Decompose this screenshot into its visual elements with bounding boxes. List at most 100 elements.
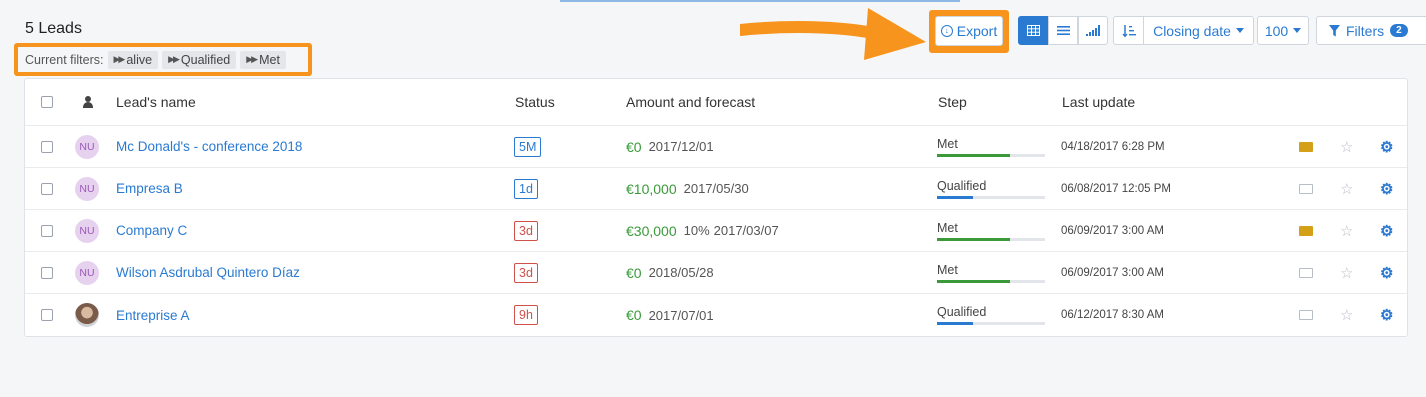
table-row[interactable]: Entreprise A 9h €0 2017/07/01 Qualified 06/12… <box>25 294 1407 336</box>
filter-chip-qualified[interactable]: ▶▶ Qualified <box>162 50 237 69</box>
page-title: 5 Leads <box>25 20 82 37</box>
forecast-date: 2017/07/01 <box>648 307 714 323</box>
lead-amount: €0 <box>626 307 642 323</box>
last-update: 06/09/2017 3:00 AM <box>1061 224 1164 237</box>
step-cell: Qualified <box>937 294 1045 336</box>
pipeline-view-button[interactable] <box>1078 16 1108 45</box>
list-icon <box>1056 26 1070 35</box>
avatar: NU <box>75 176 99 201</box>
lead-name-link[interactable]: Wilson Asdrubal Quintero Díaz <box>116 265 300 280</box>
star-icon[interactable]: ☆ <box>1340 222 1353 240</box>
step-label: Met <box>937 136 958 151</box>
gear-icon[interactable]: ⚙ <box>1380 264 1393 282</box>
column-header-last-update[interactable]: Last update <box>1062 79 1135 125</box>
lead-name-link[interactable]: Mc Donald's - conference 2018 <box>116 139 302 154</box>
view-switcher <box>1018 16 1108 45</box>
folder-open-icon[interactable] <box>1299 141 1313 152</box>
gear-icon[interactable]: ⚙ <box>1380 222 1393 240</box>
star-icon[interactable]: ☆ <box>1340 180 1353 198</box>
forecast-date: 2017/05/30 <box>683 181 749 196</box>
step-progress-bar <box>937 279 1045 283</box>
avatar: NU <box>75 260 99 285</box>
gear-icon[interactable]: ⚙ <box>1380 306 1393 324</box>
forecast-date: 2017/03/07 <box>713 223 779 238</box>
filters-button[interactable]: Filters 2 <box>1316 16 1426 45</box>
step-progress-bar <box>937 195 1045 199</box>
row-checkbox[interactable] <box>41 266 53 279</box>
avatar: NU <box>75 218 99 243</box>
current-filters-label: Current filters: <box>25 52 104 67</box>
star-icon[interactable]: ☆ <box>1340 138 1353 156</box>
step-label: Met <box>937 220 958 235</box>
column-header-amount[interactable]: Amount and forecast <box>626 79 755 125</box>
lead-amount: €30,000 <box>626 222 677 239</box>
select-all-checkbox[interactable] <box>41 96 53 108</box>
folder-icon[interactable] <box>1299 310 1313 320</box>
bars-ascending-icon <box>1086 25 1100 36</box>
table-view-button[interactable] <box>1018 16 1048 45</box>
lead-name-link[interactable]: Empresa B <box>116 181 183 196</box>
step-progress-fill <box>937 153 1011 157</box>
gear-icon[interactable]: ⚙ <box>1380 138 1393 156</box>
sort-direction-button[interactable] <box>1113 16 1144 45</box>
row-checkbox[interactable] <box>41 140 53 153</box>
folder-open-icon[interactable] <box>1299 225 1313 236</box>
star-icon[interactable]: ☆ <box>1340 306 1353 324</box>
list-view-button[interactable] <box>1048 16 1078 45</box>
forecast-percent: 10% <box>683 223 710 238</box>
row-checkbox[interactable] <box>41 224 53 237</box>
sort-numeric-icon <box>1121 24 1136 38</box>
status-badge: 1d <box>514 178 538 199</box>
step-cell: Met <box>937 252 1045 293</box>
column-header-step[interactable]: Step <box>938 79 967 125</box>
current-filters-highlight: Current filters: ▶▶ alive ▶▶ Qualified ▶▶ M… <box>14 43 312 76</box>
filters-count-badge: 2 <box>1390 24 1408 37</box>
step-label: Qualified <box>937 178 987 193</box>
step-progress-bar <box>937 322 1045 325</box>
last-update: 06/08/2017 12:05 PM <box>1061 182 1171 195</box>
fast-forward-icon: ▶▶ <box>113 54 126 64</box>
step-cell: Met <box>937 210 1045 251</box>
table-row[interactable]: NU Wilson Asdrubal Quintero Díaz 3d €0 2018/… <box>25 252 1407 294</box>
export-button[interactable]: ↓ Export <box>935 16 1003 46</box>
step-cell: Qualified <box>937 168 1045 209</box>
lead-amount: €10,000 <box>626 180 677 197</box>
last-update: 06/12/2017 8:30 AM <box>1061 309 1164 321</box>
step-label: Met <box>937 262 958 277</box>
column-header-status[interactable]: Status <box>515 79 555 125</box>
step-progress-fill <box>937 279 1011 283</box>
page-size-dropdown[interactable]: 100 <box>1257 16 1309 45</box>
table-row[interactable]: NU Mc Donald's - conference 2018 5M €0 2017/… <box>25 126 1407 168</box>
table-header: Lead's name Status Amount and forecast S… <box>25 79 1407 126</box>
lead-amount: €0 <box>626 264 642 281</box>
page-size-control: 100 <box>1257 16 1309 45</box>
lead-name-link[interactable]: Entreprise A <box>116 308 190 323</box>
status-badge: 3d <box>514 220 538 241</box>
star-icon[interactable]: ☆ <box>1340 264 1353 282</box>
gear-icon[interactable]: ⚙ <box>1380 180 1393 198</box>
sort-field-dropdown[interactable]: Closing date <box>1144 16 1254 45</box>
folder-icon[interactable] <box>1299 183 1313 194</box>
leads-table: Lead's name Status Amount and forecast S… <box>24 78 1408 337</box>
forecast-date: 2017/12/01 <box>648 139 714 154</box>
funnel-icon <box>1329 24 1340 36</box>
fast-forward-icon: ▶▶ <box>168 54 180 64</box>
filter-chip-alive[interactable]: ▶▶ alive <box>107 50 159 69</box>
filter-chip-met[interactable]: ▶▶ Met <box>240 50 286 69</box>
avatar: NU <box>75 134 99 159</box>
table-row[interactable]: NU Company C 3d €30,000 10% 2017/03/07 Met 06/0… <box>25 210 1407 252</box>
last-update: 04/18/2017 6:28 PM <box>1061 140 1165 153</box>
user-icon <box>83 96 93 108</box>
status-badge: 9h <box>514 305 538 325</box>
lead-name-link[interactable]: Company C <box>116 223 187 238</box>
status-badge: 5M <box>514 136 542 157</box>
step-progress-fill <box>937 322 973 325</box>
chevron-down-icon <box>1235 28 1244 33</box>
folder-icon[interactable] <box>1299 267 1313 278</box>
column-header-name[interactable]: Lead's name <box>116 79 196 125</box>
row-checkbox[interactable] <box>41 182 53 195</box>
table-row[interactable]: NU Empresa B 1d €10,000 2017/05/30 Qualified 0… <box>25 168 1407 210</box>
status-badge: 3d <box>514 262 538 283</box>
row-checkbox[interactable] <box>41 309 53 321</box>
sort-control: Closing date <box>1113 16 1254 45</box>
